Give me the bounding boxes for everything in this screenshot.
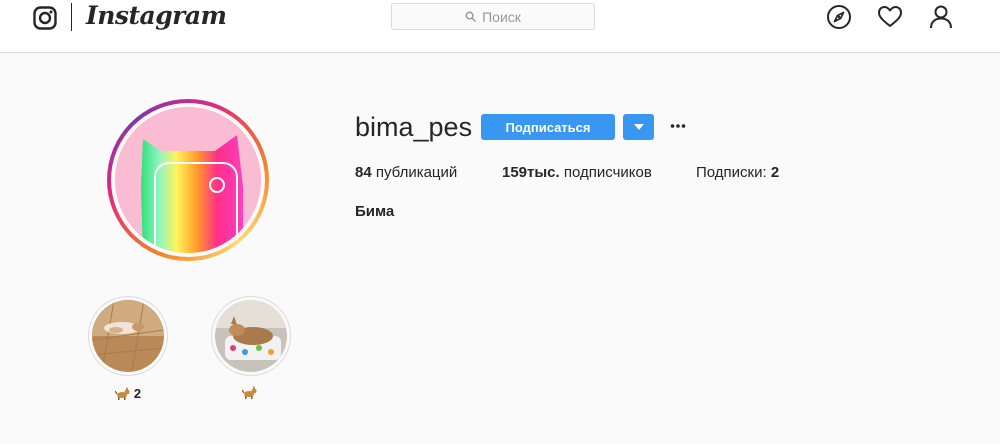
- logo-divider: [71, 3, 72, 31]
- followers-count[interactable]: 159тыс. подписчиков: [502, 164, 652, 181]
- follow-button[interactable]: Подписаться: [481, 114, 615, 140]
- following-count-value: 2: [770, 164, 780, 181]
- profile-username: bima_pes: [355, 112, 473, 142]
- highlight-title: 2: [133, 386, 142, 401]
- top-navigation-bar: Instagram Поиск: [0, 0, 1000, 53]
- more-icon[interactable]: [670, 123, 686, 129]
- search-icon: [465, 11, 476, 22]
- following-count[interactable]: Подписки: 2: [696, 164, 779, 181]
- posts-count-value: 84: [355, 164, 372, 181]
- instagram-wordmark[interactable]: Instagram: [86, 1, 227, 30]
- chevron-down-icon: [633, 124, 644, 130]
- highlight-ring: [88, 296, 168, 376]
- user-icon[interactable]: [928, 4, 954, 30]
- search-placeholder: Поиск: [482, 8, 521, 25]
- compass-icon[interactable]: [826, 4, 852, 30]
- highlight-label: [211, 386, 291, 399]
- posts-count-label: публикаций: [375, 164, 458, 181]
- search-input[interactable]: Поиск: [391, 3, 595, 30]
- follow-dropdown-button[interactable]: [623, 114, 654, 140]
- dog-icon: [241, 386, 256, 399]
- dog-icon: [114, 387, 130, 400]
- story-highlight-1[interactable]: 2: [88, 296, 168, 401]
- posts-count: 84 публикаций: [355, 164, 457, 181]
- avatar-dog-illustration: [115, 107, 261, 253]
- highlight-thumbnail: [215, 300, 287, 372]
- avatar-gap: [111, 103, 265, 257]
- avatar: [115, 107, 261, 253]
- heart-icon[interactable]: [877, 4, 903, 30]
- followers-count-value: 159тыс.: [502, 164, 560, 181]
- followers-count-label: подписчиков: [563, 164, 652, 181]
- highlight-label: 2: [88, 386, 168, 401]
- profile-full-name: Бима: [355, 203, 395, 220]
- following-count-label: Подписки:: [696, 164, 767, 181]
- story-highlight-2[interactable]: [211, 296, 291, 399]
- avatar-story-ring[interactable]: [107, 99, 269, 261]
- instagram-camera-icon[interactable]: [33, 6, 57, 30]
- highlight-thumbnail: [92, 300, 164, 372]
- highlight-ring: [211, 296, 291, 376]
